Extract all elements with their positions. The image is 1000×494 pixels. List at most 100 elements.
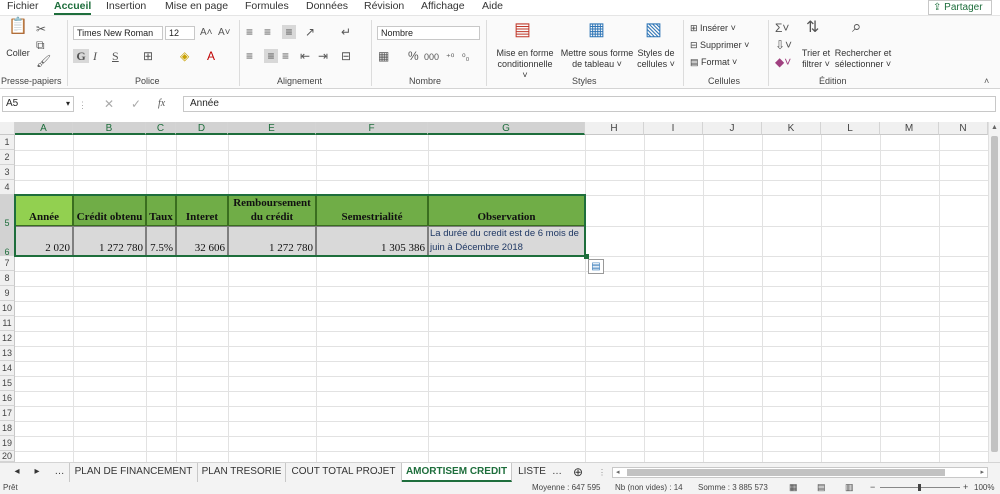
insert-button[interactable]: ⊞ Insérer ˅ bbox=[690, 23, 736, 34]
table-header-cell-annee[interactable]: Année bbox=[15, 195, 73, 226]
column-header-n[interactable]: N bbox=[939, 122, 988, 135]
normal-view-icon[interactable]: ▦ bbox=[789, 482, 798, 493]
row-header[interactable]: 4 bbox=[0, 180, 15, 195]
decrease-decimal-icon[interactable]: ⁰₀ bbox=[462, 50, 469, 64]
row-header[interactable]: 12 bbox=[0, 331, 15, 346]
cell-styles-icon[interactable]: ▧ bbox=[645, 20, 662, 38]
table-cell[interactable]: 1 272 780 bbox=[73, 226, 146, 256]
row-header[interactable]: 7 bbox=[0, 256, 15, 271]
scroll-right-icon[interactable]: ▸ bbox=[980, 468, 984, 476]
row-header[interactable]: 20 bbox=[0, 451, 15, 462]
page-layout-icon[interactable]: ▤ bbox=[817, 482, 826, 493]
number-format-select[interactable]: Nombre bbox=[377, 26, 480, 40]
align-center-icon[interactable]: ≡ bbox=[264, 49, 278, 63]
format-button[interactable]: ▤ Format ˅ bbox=[690, 57, 737, 68]
italic-button[interactable]: I bbox=[93, 49, 97, 63]
sheet-tab[interactable]: LISTE bbox=[512, 463, 552, 482]
align-middle-icon[interactable]: ≡ bbox=[264, 25, 271, 39]
copy-icon[interactable]: ⧉ bbox=[36, 38, 45, 52]
scroll-thumb[interactable] bbox=[991, 136, 998, 452]
sheet-tab-active[interactable]: AMORTISEM CREDIT bbox=[402, 463, 512, 482]
vertical-scrollbar[interactable]: ▲ bbox=[988, 122, 1000, 462]
align-right-icon[interactable]: ≡ bbox=[282, 49, 289, 63]
decrease-indent-icon[interactable]: ⇤ bbox=[300, 49, 310, 63]
table-header-cell[interactable]: Taux bbox=[146, 195, 176, 226]
more-sheets-left-icon[interactable]: … bbox=[50, 463, 70, 482]
table-header-cell[interactable]: Remboursement du crédit bbox=[228, 195, 316, 226]
zoom-out-icon[interactable]: − bbox=[870, 482, 875, 492]
table-cell[interactable]: 2 020 bbox=[15, 226, 73, 256]
align-bottom-icon[interactable]: ≡ bbox=[282, 25, 296, 39]
quick-analysis-icon[interactable]: ▤ bbox=[588, 259, 604, 274]
align-top-icon[interactable]: ≡ bbox=[246, 25, 253, 39]
clear-icon[interactable]: ◆˅ bbox=[775, 55, 791, 69]
column-header-g[interactable]: G bbox=[428, 122, 585, 135]
menu-accueil[interactable]: Accueil bbox=[54, 0, 92, 15]
row-header[interactable]: 14 bbox=[0, 361, 15, 376]
percent-button[interactable]: % bbox=[408, 49, 419, 63]
table-header-cell[interactable]: Interet bbox=[176, 195, 228, 226]
font-size-select[interactable]: 12 bbox=[165, 26, 195, 40]
scroll-thumb[interactable] bbox=[627, 469, 945, 476]
fill-color-icon[interactable]: ◈ bbox=[180, 49, 189, 63]
sheet-tab[interactable]: PLAN TRESORIE bbox=[198, 463, 286, 482]
find-select-button[interactable]: Rechercher et sélectionner ˅ bbox=[834, 48, 892, 70]
row-header[interactable]: 18 bbox=[0, 421, 15, 436]
row-header[interactable]: 3 bbox=[0, 165, 15, 180]
column-header-l[interactable]: L bbox=[821, 122, 880, 135]
grow-font-icon[interactable]: A˄ bbox=[200, 26, 213, 40]
column-header-m[interactable]: M bbox=[880, 122, 939, 135]
zoom-slider-thumb[interactable] bbox=[918, 484, 921, 491]
format-as-table-button[interactable]: Mettre sous forme de tableau ˅ bbox=[560, 48, 634, 70]
page-break-icon[interactable]: ▥ bbox=[845, 482, 854, 493]
merge-center-icon[interactable]: ⊟ bbox=[341, 49, 351, 63]
table-cell[interactable]: 1 305 386 bbox=[316, 226, 428, 256]
table-cell-observation[interactable]: La durée du credit est de 6 mois de juin… bbox=[428, 226, 585, 256]
menu-donnees[interactable]: Données bbox=[306, 0, 348, 15]
find-select-icon[interactable]: ⌕ bbox=[852, 18, 862, 35]
accounting-icon[interactable]: ▦ bbox=[378, 49, 389, 63]
confirm-icon[interactable]: ✓ bbox=[131, 97, 141, 111]
underline-button[interactable]: S bbox=[112, 49, 119, 63]
column-header-e[interactable]: E bbox=[228, 122, 316, 135]
row-header[interactable]: 8 bbox=[0, 271, 15, 286]
wrap-text-icon[interactable]: ↵ bbox=[341, 25, 351, 39]
row-header[interactable]: 17 bbox=[0, 406, 15, 421]
zoom-in-icon[interactable]: + bbox=[963, 482, 968, 492]
column-header-k[interactable]: K bbox=[762, 122, 821, 135]
align-left-icon[interactable]: ≡ bbox=[246, 49, 253, 63]
autosum-icon[interactable]: Σ˅ bbox=[775, 21, 789, 35]
row-header[interactable]: 10 bbox=[0, 301, 15, 316]
name-box[interactable]: A5 ▾ bbox=[2, 96, 74, 112]
column-header-j[interactable]: J bbox=[703, 122, 762, 135]
column-header-a[interactable]: A bbox=[15, 122, 73, 135]
menu-formules[interactable]: Formules bbox=[245, 0, 289, 15]
table-cell[interactable]: 32 606 bbox=[176, 226, 228, 256]
row-header[interactable]: 5 bbox=[0, 195, 15, 228]
sheet-tab[interactable]: PLAN DE FINANCEMENT bbox=[70, 463, 198, 482]
borders-icon[interactable]: ⊞ bbox=[143, 49, 153, 63]
row-header[interactable]: 15 bbox=[0, 376, 15, 391]
formula-input[interactable]: Année bbox=[183, 96, 996, 112]
shrink-font-icon[interactable]: A˅ bbox=[218, 26, 231, 40]
table-header-cell[interactable]: Observation bbox=[428, 195, 585, 226]
row-header[interactable]: 1 bbox=[0, 135, 15, 150]
cell-styles-button[interactable]: Styles de cellules ˅ bbox=[635, 48, 677, 70]
sort-filter-icon[interactable]: ⇅ bbox=[806, 20, 819, 36]
table-header-cell[interactable]: Crédit obtenu bbox=[73, 195, 146, 226]
bold-button[interactable]: G bbox=[73, 49, 89, 63]
row-header[interactable]: 19 bbox=[0, 436, 15, 451]
add-sheet-icon[interactable]: ⊕ bbox=[570, 463, 586, 482]
thousands-button[interactable]: 000 bbox=[424, 50, 439, 64]
scroll-up-icon[interactable]: ▲ bbox=[991, 124, 998, 131]
horizontal-scrollbar[interactable]: ◂ ▸ bbox=[612, 467, 988, 478]
sheet-tab[interactable]: COUT TOTAL PROJET bbox=[286, 463, 402, 482]
format-painter-icon[interactable]: 🖌 bbox=[36, 54, 51, 68]
prev-sheet-icon[interactable]: ◂ bbox=[10, 463, 24, 482]
scroll-left-icon[interactable]: ◂ bbox=[616, 468, 620, 476]
menu-revision[interactable]: Révision bbox=[364, 0, 404, 15]
column-header-b[interactable]: B bbox=[73, 122, 146, 135]
row-header[interactable]: 9 bbox=[0, 286, 15, 301]
share-button[interactable]: ⇪ Partager bbox=[928, 0, 992, 15]
column-header-f[interactable]: F bbox=[316, 122, 428, 135]
